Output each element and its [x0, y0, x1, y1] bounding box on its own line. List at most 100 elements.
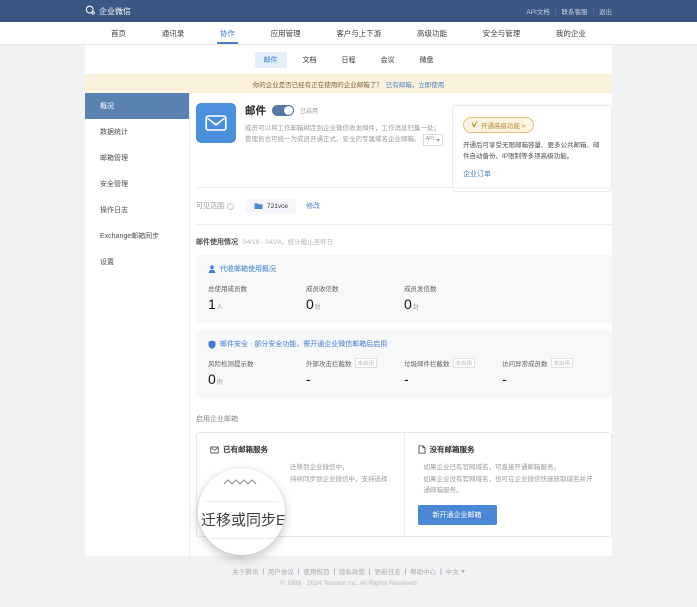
subtab-calendar[interactable]: 日程: [333, 52, 365, 68]
stat-mails-received: 成员收信数 0封: [306, 283, 404, 312]
subtab-meeting[interactable]: 会议: [372, 52, 404, 68]
mail-security-panel: 邮件安全 · 部分安全功能，需开通企业微信邮箱后启用 风险检测提示数 0例 外部…: [196, 330, 612, 398]
language-label: 中文: [446, 566, 459, 576]
separator: [592, 8, 594, 15]
api-dropdown[interactable]: API: [423, 134, 444, 146]
magnifier-overlay: 迁移或同步E: [198, 468, 285, 555]
sidebar: 概况 数据统计 邮箱管理 安全管理 操作日志 Exchange邮箱同步 设置: [85, 93, 190, 556]
not-enabled-badge: 未启用: [453, 358, 476, 368]
stat-value: 0封: [404, 296, 502, 312]
existing-service-line: 迁移到企业微信中，: [290, 462, 391, 474]
tab-app-management[interactable]: 应用管理: [271, 22, 301, 44]
sidebar-item-statistics[interactable]: 数据统计: [85, 119, 189, 145]
footer-link-agreement[interactable]: 用户协议: [268, 566, 294, 576]
stat-unit: 例: [217, 380, 223, 386]
app-logo[interactable]: 企业微信: [85, 5, 131, 17]
mail-enabled-toggle[interactable]: [272, 105, 294, 116]
proxy-mailbox-usage-label: 代收邮箱使用概况: [220, 264, 276, 274]
magnified-text-line: [202, 538, 281, 539]
subtab-drive[interactable]: 微盘: [411, 52, 443, 68]
stat-external-attacks-blocked: 外部攻击拦截数未启用 -: [306, 358, 404, 387]
subtab-mail[interactable]: 邮件: [255, 52, 287, 68]
separator: [369, 568, 371, 575]
stat-spam-blocked: 垃圾邮件拦截数未启用 -: [404, 358, 502, 387]
mail-description: 成员可以将工作邮箱绑定到企业微信收发邮件，工作消息归集一处；管理员也可统一为成员…: [245, 123, 445, 146]
no-mail-service-column: 没有邮箱服务 如果企业已有官网域名，可直接开通邮箱服务。 如果企业没有官网域名，…: [405, 433, 612, 536]
stat-value: 0封: [306, 296, 404, 312]
separator: [405, 568, 407, 575]
sub-tabs: 邮件 文档 日程 会议 微盘: [85, 45, 612, 74]
sidebar-item-settings[interactable]: 设置: [85, 249, 189, 275]
contact-support-link[interactable]: 联系客服: [561, 6, 587, 16]
mail-security-link[interactable]: 邮件安全 · 部分安全功能，需开通企业微信邮箱后启用: [208, 339, 600, 349]
footer-link-changelog[interactable]: 更新日志: [375, 566, 401, 576]
shield-icon: [208, 340, 216, 349]
main-nav: 首页 通讯录 协作 应用管理 客户与上下游 高级功能 安全与管理 我的企业: [0, 22, 697, 45]
magnified-text-line: [204, 501, 279, 502]
vip-icon: [471, 121, 478, 128]
not-enabled-badge: 未启用: [551, 358, 574, 368]
proxy-mailbox-usage-panel: 代收邮箱使用概况 总使用成员数 1人 成员收信数 0封 成员发信数 0封: [196, 255, 612, 323]
app-logo-label: 企业微信: [99, 6, 131, 17]
open-new-mailbox-button[interactable]: 新开通企业邮箱: [418, 505, 497, 525]
footer-link-guidelines[interactable]: 使用规范: [303, 566, 329, 576]
separator: [298, 568, 300, 575]
stat-value: -: [502, 371, 600, 387]
stat-unit: 封: [413, 305, 419, 311]
stat-risk-alerts: 风险检测提示数 0例: [208, 358, 306, 387]
toggle-knob: [284, 106, 293, 115]
separator: [262, 568, 264, 575]
zigzag-icon: [223, 473, 257, 491]
sidebar-item-mailbox-management[interactable]: 邮箱管理: [85, 145, 189, 171]
usage-section-header: 邮件使用情况 04/18 - 04/24，统计截止至昨日: [196, 236, 612, 247]
tab-contacts[interactable]: 通讯录: [162, 22, 185, 44]
notice-banner: 你的企业是否已经有正在使用的企业邮箱了？ 已有邮箱，立即使用: [85, 74, 612, 93]
tab-collaboration[interactable]: 协作: [220, 22, 235, 44]
mail-description-text: 成员可以将工作邮箱绑定到企业微信收发邮件，工作消息归集一处；管理员也可统一为成员…: [245, 125, 440, 143]
banner-use-existing-link[interactable]: 已有邮箱，立即使用: [386, 79, 445, 89]
page-footer: 关于腾讯 用户协议 使用规范 隐私政策 更新日志 帮助中心 中文 © 1998 …: [0, 566, 697, 587]
language-selector[interactable]: 中文: [446, 566, 465, 576]
api-docs-link[interactable]: API文档: [526, 6, 549, 16]
sidebar-item-security-management[interactable]: 安全管理: [85, 171, 189, 197]
mail-app-icon: [196, 103, 236, 143]
separator: [333, 568, 335, 575]
stat-value: 0例: [208, 371, 306, 387]
no-mail-service-header: 没有邮箱服务: [430, 444, 475, 455]
subtab-docs[interactable]: 文档: [294, 52, 326, 68]
tab-home[interactable]: 首页: [111, 22, 126, 44]
sidebar-item-exchange-sync[interactable]: Exchange邮箱同步: [85, 223, 189, 249]
stat-label: 外部攻击拦截数: [306, 358, 352, 368]
tab-advanced-features[interactable]: 高级功能: [417, 22, 447, 44]
document-icon: [418, 445, 426, 454]
footer-link-privacy[interactable]: 隐私政策: [339, 566, 365, 576]
scope-edit-link[interactable]: 修改: [306, 201, 320, 211]
footer-link-about[interactable]: 关于腾讯: [232, 566, 258, 576]
logout-link[interactable]: 退出: [599, 6, 612, 16]
tab-my-company[interactable]: 我的企业: [556, 22, 586, 44]
upgrade-premium-button[interactable]: 开通高级功能 >: [463, 117, 534, 133]
scope-folder-tag[interactable]: 721vce: [246, 199, 296, 213]
divider: [196, 224, 612, 225]
sidebar-item-overview[interactable]: 概况: [85, 93, 189, 119]
stat-label: 垃圾邮件拦截数: [404, 358, 450, 368]
mail-app-header: 邮件 已启用 成员可以将工作邮箱绑定到企业微信收发邮件，工作消息归集一处；管理员…: [196, 103, 612, 187]
enable-mailbox-section-title: 启用企业邮箱: [196, 414, 612, 424]
premium-promo-card: 开通高级功能 > 开通后可享受无限邮箱容量、更多公共邮箱、邮件自动备份、IP限制…: [452, 105, 612, 192]
existing-mail-service-header: 已有邮箱服务: [223, 444, 268, 455]
footer-link-help-center[interactable]: 帮助中心: [410, 566, 436, 576]
proxy-mailbox-usage-link[interactable]: 代收邮箱使用概况: [208, 264, 600, 274]
tab-customers[interactable]: 客户与上下游: [336, 22, 381, 44]
enterprise-orders-link[interactable]: 企业订单: [463, 169, 491, 179]
visible-scope-row: 可见范围 i 721vce 修改: [196, 188, 612, 224]
stat-value: -: [306, 371, 404, 387]
usage-title: 邮件使用情况: [196, 239, 238, 246]
topbar-links: API文档 联系客服 退出: [526, 6, 612, 16]
tab-security-management[interactable]: 安全与管理: [483, 22, 521, 44]
caret-down-icon: [461, 570, 465, 573]
not-enabled-badge: 未启用: [355, 358, 378, 368]
mail-outline-icon: [210, 446, 219, 454]
no-service-bullet: 如果企业已有官网域名，可直接开通邮箱服务。: [418, 462, 599, 474]
sidebar-item-operation-log[interactable]: 操作日志: [85, 197, 189, 223]
info-icon[interactable]: i: [227, 203, 234, 210]
